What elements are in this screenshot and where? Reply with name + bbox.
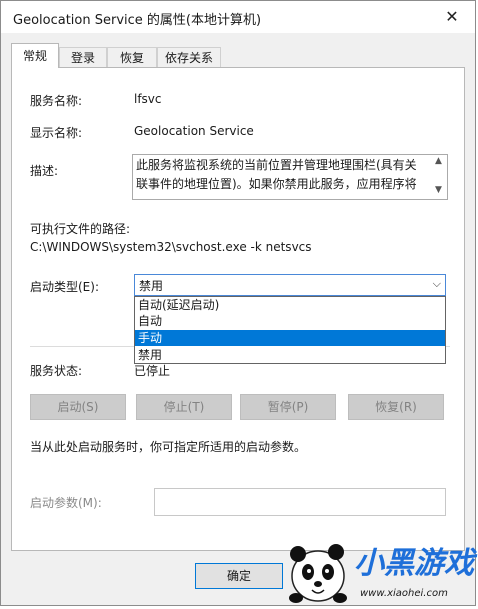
option-auto[interactable]: 自动 bbox=[135, 313, 445, 329]
watermark-url: www.xiaohei.com bbox=[360, 588, 448, 599]
tab-dependencies[interactable]: 依存关系 bbox=[157, 47, 221, 67]
service-name-value: lfsvc bbox=[134, 92, 162, 106]
start-button[interactable]: 启动(S) bbox=[30, 394, 126, 420]
scroll-up-icon[interactable]: ▲ bbox=[435, 156, 442, 166]
description-scrollbar[interactable]: ▲ ▼ bbox=[432, 155, 447, 199]
tab-general[interactable]: 常规 bbox=[11, 43, 59, 68]
ok-button[interactable]: 确定 bbox=[195, 563, 283, 589]
startup-type-select[interactable]: 禁用 ⌵ bbox=[134, 274, 446, 296]
general-panel: 服务名称: lfsvc 显示名称: Geolocation Service 描述… bbox=[11, 67, 465, 551]
start-params-hint: 当从此处启动服务时，你可指定所适用的启动参数。 bbox=[30, 440, 307, 454]
scroll-down-icon[interactable]: ▼ bbox=[435, 185, 442, 195]
startup-type-dropdown: 自动(延迟启动) 自动 手动 禁用 bbox=[134, 296, 446, 364]
window-title: Geolocation Service 的属性(本地计算机) bbox=[13, 13, 262, 28]
start-params-input[interactable] bbox=[154, 488, 446, 516]
description-text: 此服务将监视系统的当前位置并管理地理围栏(具有关联事件的地理位置)。如果你禁用此… bbox=[136, 158, 417, 191]
exe-path-label: 可执行文件的路径: bbox=[30, 222, 131, 236]
service-status-label: 服务状态: bbox=[30, 364, 83, 378]
stop-button[interactable]: 停止(T) bbox=[136, 394, 232, 420]
option-manual[interactable]: 手动 bbox=[135, 330, 445, 346]
chevron-down-icon[interactable]: ⌵ bbox=[433, 277, 441, 291]
display-name-label: 显示名称: bbox=[30, 126, 83, 140]
properties-dialog: Geolocation Service 的属性(本地计算机) ✕ 常规 登录 恢… bbox=[0, 0, 476, 606]
tab-recovery[interactable]: 恢复 bbox=[107, 47, 157, 67]
description-label: 描述: bbox=[30, 164, 59, 178]
close-icon[interactable]: ✕ bbox=[435, 5, 469, 29]
service-status-value: 已停止 bbox=[134, 364, 171, 378]
watermark: 小黑游戏 www.xiaohei.com bbox=[284, 532, 476, 606]
tab-logon[interactable]: 登录 bbox=[59, 47, 107, 67]
pause-button[interactable]: 暂停(P) bbox=[240, 394, 336, 420]
option-auto-delayed[interactable]: 自动(延迟启动) bbox=[135, 297, 445, 313]
service-name-label: 服务名称: bbox=[30, 94, 83, 108]
watermark-brand: 小黑游戏 bbox=[354, 546, 474, 581]
option-disabled[interactable]: 禁用 bbox=[135, 347, 445, 363]
start-params-label: 启动参数(M): bbox=[30, 496, 102, 510]
startup-type-label: 启动类型(E): bbox=[30, 280, 99, 294]
description-box[interactable]: 此服务将监视系统的当前位置并管理地理围栏(具有关联事件的地理位置)。如果你禁用此… bbox=[132, 154, 448, 200]
resume-button[interactable]: 恢复(R) bbox=[348, 394, 444, 420]
title-bar: Geolocation Service 的属性(本地计算机) ✕ bbox=[1, 1, 475, 33]
exe-path-value: C:\WINDOWS\system32\svchost.exe -k netsv… bbox=[30, 240, 312, 254]
display-name-value: Geolocation Service bbox=[134, 124, 254, 138]
startup-type-value: 禁用 bbox=[139, 279, 164, 293]
